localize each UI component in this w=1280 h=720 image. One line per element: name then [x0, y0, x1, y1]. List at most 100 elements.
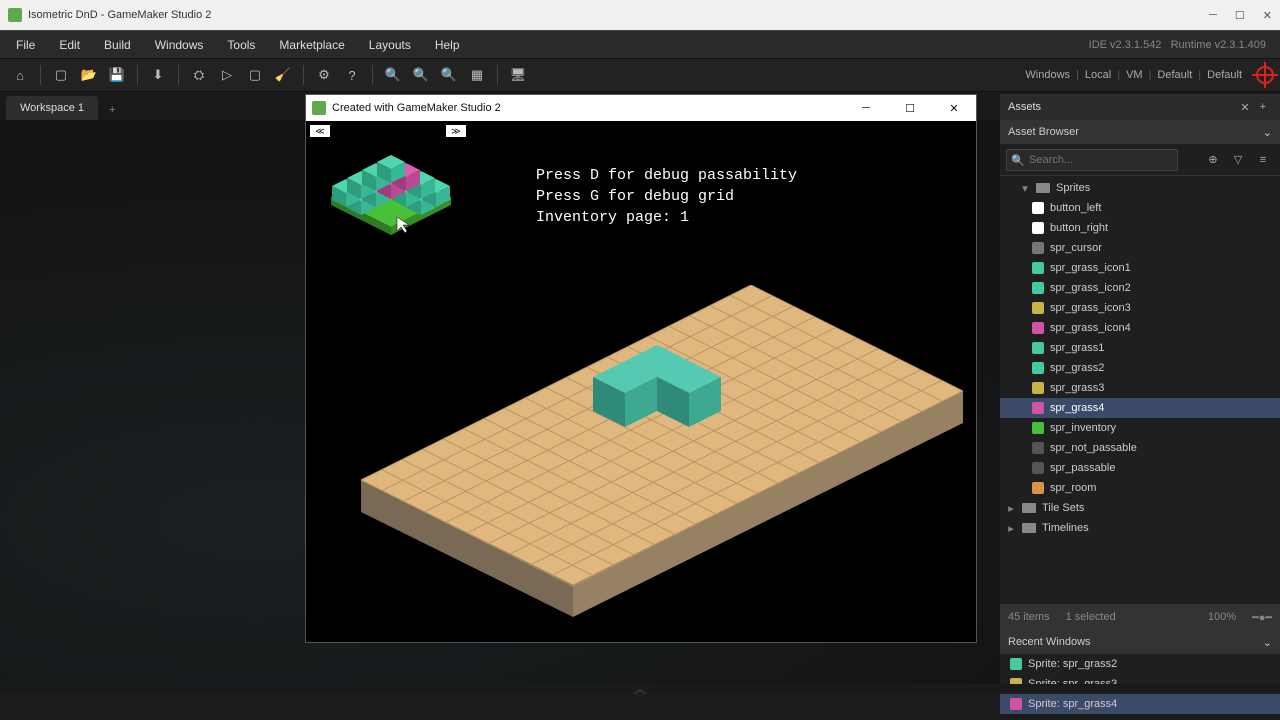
help-icon[interactable]: ? [341, 64, 363, 86]
game-icon [312, 101, 326, 115]
recent-item[interactable]: Sprite: spr_grass2 [1000, 654, 1280, 674]
game-window-title: Created with GameMaker Studio 2 [332, 102, 501, 114]
menu-layouts[interactable]: Layouts [357, 32, 423, 58]
menu-edit[interactable]: Edit [47, 32, 92, 58]
asset-item[interactable]: spr_inventory [1000, 418, 1280, 438]
zoom-out-icon[interactable]: 🔍 [438, 64, 460, 86]
game-viewport[interactable]: ≪ ≫ [306, 121, 976, 642]
assets-tab[interactable]: Assets [1008, 101, 1041, 113]
sprite-icon [1032, 322, 1044, 334]
add-asset-button[interactable]: ⊕ [1202, 149, 1224, 171]
zoom-level[interactable]: 100% [1208, 611, 1236, 623]
menu-build[interactable]: Build [92, 32, 143, 58]
workspace-area[interactable]: Created with GameMaker Studio 2 ─ ☐ ✕ ≪ … [0, 120, 1280, 692]
asset-name: button_right [1050, 222, 1108, 234]
sprite-icon [1032, 282, 1044, 294]
game-window-titlebar[interactable]: Created with GameMaker Studio 2 ─ ☐ ✕ [306, 95, 976, 121]
debug-hint-text: Press D for debug passability Press G fo… [536, 165, 797, 228]
zoom-reset-icon[interactable]: 🔍 [410, 64, 432, 86]
close-button[interactable]: ✕ [1263, 9, 1272, 22]
asset-tree[interactable]: ▾Sprites button_left button_right spr_curs… [1000, 176, 1280, 604]
asset-item[interactable]: spr_passable [1000, 458, 1280, 478]
tree-group[interactable]: ▸Timelines [1000, 518, 1280, 538]
asset-item[interactable]: spr_grass3 [1000, 378, 1280, 398]
sprite-icon [1010, 658, 1022, 670]
asset-item[interactable]: spr_grass2 [1000, 358, 1280, 378]
open-project-icon[interactable]: 📂 [78, 64, 100, 86]
clean-icon[interactable]: 🧹 [272, 64, 294, 86]
game-maximize-button[interactable]: ☐ [888, 95, 932, 121]
debug-icon[interactable]: ⛭ [188, 64, 210, 86]
target-selector[interactable]: Windows| Local| VM| Default| Default [1019, 66, 1274, 84]
laptop-mode-icon[interactable]: 🖥 [507, 64, 529, 86]
asset-item[interactable]: button_left [1000, 198, 1280, 218]
tree-group[interactable]: ▸Tile Sets [1000, 498, 1280, 518]
docking-icon[interactable]: ▦ [466, 64, 488, 86]
minimize-button[interactable]: ─ [1209, 9, 1217, 22]
game-options-icon[interactable]: ⚙ [313, 64, 335, 86]
tree-group-sprites[interactable]: ▾Sprites [1000, 178, 1280, 198]
asset-name: spr_grass_icon2 [1050, 282, 1131, 294]
os-titlebar: Isometric DnD - GameMaker Studio 2 ─ ☐ ✕ [0, 0, 1280, 30]
play-icon[interactable]: ▷ [216, 64, 238, 86]
create-exe-icon[interactable]: ⬇ [147, 64, 169, 86]
sprite-icon [1032, 202, 1044, 214]
game-window: Created with GameMaker Studio 2 ─ ☐ ✕ ≪ … [305, 94, 977, 643]
maximize-button[interactable]: ☐ [1235, 9, 1245, 22]
save-icon[interactable]: 💾 [106, 64, 128, 86]
recent-item[interactable]: Sprite: spr_grass4 [1000, 694, 1280, 714]
menu-windows[interactable]: Windows [143, 32, 216, 58]
add-tab-button[interactable]: + [101, 100, 123, 120]
asset-item[interactable]: spr_grass_icon3 [1000, 298, 1280, 318]
item-count: 45 items [1008, 611, 1050, 623]
page-next-button[interactable]: ≫ [446, 125, 466, 137]
asset-name: spr_grass_icon4 [1050, 322, 1131, 334]
sprite-icon [1032, 462, 1044, 474]
selected-count: 1 selected [1066, 611, 1116, 623]
sprite-icon [1032, 422, 1044, 434]
isometric-floor [331, 285, 963, 637]
game-close-button[interactable]: ✕ [932, 95, 976, 121]
menu-marketplace[interactable]: Marketplace [267, 32, 356, 58]
asset-footer: 45 items 1 selected 100% ━●━ [1000, 604, 1280, 630]
sprite-icon [1032, 222, 1044, 234]
search-icon: 🔍 [1011, 154, 1025, 167]
asset-item[interactable]: spr_not_passable [1000, 438, 1280, 458]
menu-help[interactable]: Help [423, 32, 472, 58]
inventory-minimap [316, 139, 466, 249]
assets-tab-close[interactable]: ✕ [1236, 101, 1253, 114]
menu-file[interactable]: File [4, 32, 47, 58]
asset-item[interactable]: spr_grass4 [1000, 398, 1280, 418]
asset-item[interactable]: spr_grass_icon2 [1000, 278, 1280, 298]
menu-bar: File Edit Build Windows Tools Marketplac… [0, 30, 1280, 58]
asset-search-input[interactable] [1006, 149, 1178, 171]
asset-item[interactable]: button_right [1000, 218, 1280, 238]
page-prev-button[interactable]: ≪ [310, 125, 330, 137]
menu-tools[interactable]: Tools [215, 32, 267, 58]
asset-name: spr_grass_icon3 [1050, 302, 1131, 314]
game-minimize-button[interactable]: ─ [844, 95, 888, 121]
assets-tab-add[interactable]: + [1254, 101, 1272, 113]
asset-item[interactable]: spr_grass1 [1000, 338, 1280, 358]
runtime-version: Runtime v2.3.1.409 [1171, 39, 1266, 51]
filter-button[interactable]: ▽ [1227, 149, 1249, 171]
home-icon[interactable]: ⌂ [9, 64, 31, 86]
asset-item[interactable]: spr_grass_icon1 [1000, 258, 1280, 278]
bottom-dock-handle[interactable]: ︿ [0, 684, 1280, 692]
ide-version: IDE v2.3.1.542 [1089, 39, 1162, 51]
recent-windows-header[interactable]: Recent Windows⌄ [1000, 630, 1280, 654]
stop-icon[interactable]: ▢ [244, 64, 266, 86]
asset-item[interactable]: spr_room [1000, 478, 1280, 498]
workspace-tab[interactable]: Workspace 1 [6, 96, 98, 120]
asset-item[interactable]: spr_grass_icon4 [1000, 318, 1280, 338]
zoom-slider[interactable]: ━●━ [1252, 611, 1272, 624]
asset-browser-header[interactable]: Asset Browser⌄ [1000, 120, 1280, 144]
target-icon[interactable] [1256, 66, 1274, 84]
asset-name: spr_not_passable [1050, 442, 1137, 454]
zoom-in-icon[interactable]: 🔍 [382, 64, 404, 86]
menu-button[interactable]: ≡ [1252, 149, 1274, 171]
asset-item[interactable]: spr_cursor [1000, 238, 1280, 258]
sprite-icon [1032, 242, 1044, 254]
sprite-icon [1032, 342, 1044, 354]
new-project-icon[interactable]: ▢ [50, 64, 72, 86]
